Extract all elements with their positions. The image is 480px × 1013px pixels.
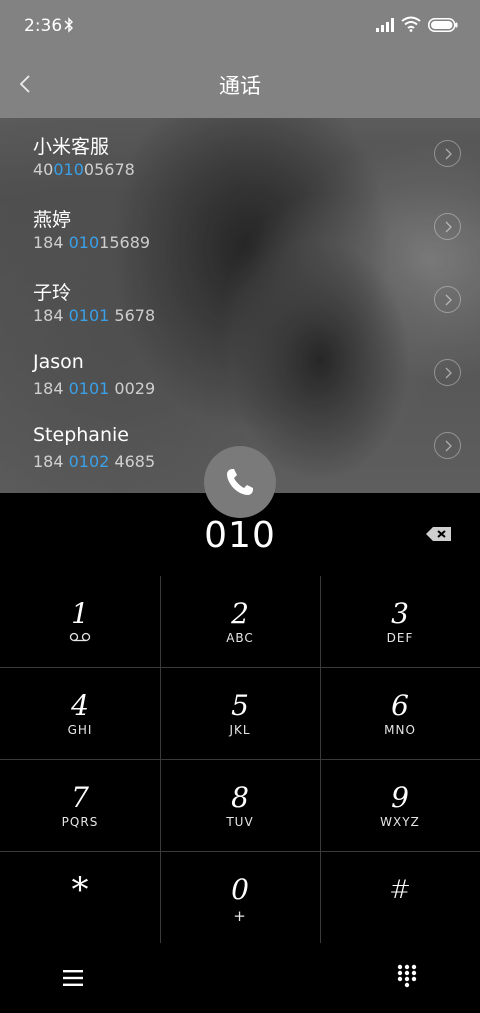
key-6[interactable]: 6 MNO <box>320 668 480 759</box>
number-prefix: 184 <box>33 233 69 252</box>
contact-detail-button[interactable] <box>434 213 461 240</box>
number-match: 0102 <box>68 452 110 471</box>
key-1[interactable]: 1 <box>0 576 160 667</box>
signal-icon <box>376 18 394 32</box>
menu-icon <box>63 970 83 986</box>
key-2[interactable]: 2 ABC <box>160 576 320 667</box>
key-digit: # <box>389 874 411 905</box>
number-match: 0101 <box>68 306 110 325</box>
number-match: 010 <box>53 160 84 179</box>
contact-detail-button[interactable] <box>434 432 461 459</box>
contact-item[interactable]: Jason 184 0101 0029 <box>0 337 480 410</box>
wifi-icon <box>401 16 421 32</box>
contact-number: 4001005678 <box>33 160 135 179</box>
key-letters: TUV <box>226 814 254 829</box>
contact-number: 184 0101 0029 <box>33 379 155 398</box>
key-digit: 2 <box>231 596 249 630</box>
contact-number: 184 0102 4685 <box>33 452 155 471</box>
key-digit: 9 <box>391 780 409 814</box>
contact-name: Stephanie <box>33 424 129 446</box>
key-5[interactable]: 5 JKL <box>160 668 320 759</box>
number-suffix: 5678 <box>109 306 156 325</box>
key-letters: + <box>233 906 247 925</box>
bottom-bar <box>0 943 480 1013</box>
key-star[interactable]: * <box>0 852 160 943</box>
contact-detail-button[interactable] <box>434 359 461 386</box>
key-digit: 0 <box>231 872 249 906</box>
page-title: 通话 <box>219 74 261 98</box>
number-suffix: 0029 <box>109 379 156 398</box>
menu-button[interactable] <box>58 963 88 993</box>
key-letters: MNO <box>384 722 416 737</box>
contact-name: Jason <box>33 351 84 373</box>
number-match: 010 <box>68 233 100 252</box>
number-suffix: 05678 <box>83 160 135 179</box>
contact-name: 子玲 <box>33 282 72 304</box>
key-digit: 1 <box>71 596 89 630</box>
dialer-panel: 010 1 2 ABC 3 DEF 4 GHI 5 JKL 6 MNO 7 PQ… <box>0 493 480 1013</box>
call-button[interactable] <box>204 446 276 518</box>
key-9[interactable]: 9 WXYZ <box>320 760 480 851</box>
contact-list: 小米客服 4001005678 燕婷 184 01015689 子玲 184 0… <box>0 118 480 493</box>
key-letters: ABC <box>226 630 254 645</box>
key-digit: * <box>71 869 89 910</box>
key-7[interactable]: 7 PQRS <box>0 760 160 851</box>
contact-number: 184 0101 5678 <box>33 306 155 325</box>
key-digit: 3 <box>391 596 409 630</box>
key-letters: WXYZ <box>380 814 420 829</box>
status-bar: 2:36 <box>0 0 480 52</box>
key-letters: GHI <box>67 722 93 737</box>
chevron-right-icon <box>445 440 452 451</box>
contact-item[interactable]: 小米客服 4001005678 <box>0 118 480 191</box>
number-match: 0101 <box>68 379 110 398</box>
chevron-right-icon <box>445 148 452 159</box>
key-8[interactable]: 8 TUV <box>160 760 320 851</box>
number-prefix: 184 <box>33 306 69 325</box>
key-digit: 4 <box>71 688 89 722</box>
contact-item[interactable]: 燕婷 184 01015689 <box>0 191 480 264</box>
key-0[interactable]: 0 + <box>160 852 320 943</box>
keypad: 1 2 ABC 3 DEF 4 GHI 5 JKL 6 MNO 7 PQRS 8… <box>0 576 480 943</box>
key-3[interactable]: 3 DEF <box>320 576 480 667</box>
backspace-icon[interactable] <box>424 523 454 545</box>
key-digit: 8 <box>231 780 249 814</box>
contact-name: 小米客服 <box>33 136 110 158</box>
chevron-right-icon <box>445 294 452 305</box>
number-prefix: 40 <box>33 160 54 179</box>
chevron-right-icon <box>445 367 452 378</box>
status-time: 2:36 <box>24 16 63 36</box>
dialpad-icon <box>397 964 417 988</box>
key-hash[interactable]: # <box>320 852 480 943</box>
key-letters: JKL <box>229 722 251 737</box>
key-digit: 6 <box>391 688 409 722</box>
contact-name: 燕婷 <box>33 209 72 231</box>
number-suffix: 15689 <box>99 233 151 252</box>
key-digit: 7 <box>71 780 89 814</box>
battery-icon <box>428 18 458 32</box>
number-suffix: 4685 <box>109 452 156 471</box>
voicemail-icon <box>68 631 92 645</box>
dialed-number: 010 <box>204 515 276 556</box>
contact-item[interactable]: 子玲 184 0101 5678 <box>0 264 480 337</box>
contact-number: 184 01015689 <box>33 233 150 252</box>
key-digit: 5 <box>231 688 249 722</box>
contact-detail-button[interactable] <box>434 286 461 313</box>
number-prefix: 184 <box>33 452 69 471</box>
key-4[interactable]: 4 GHI <box>0 668 160 759</box>
number-prefix: 184 <box>33 379 69 398</box>
key-letters: PQRS <box>61 814 99 829</box>
key-letters: DEF <box>386 630 414 645</box>
phone-icon <box>227 469 253 495</box>
chevron-right-icon <box>445 221 452 232</box>
dialpad-toggle-button[interactable] <box>393 961 421 991</box>
bluetooth-icon <box>64 17 73 33</box>
contact-detail-button[interactable] <box>434 140 461 167</box>
